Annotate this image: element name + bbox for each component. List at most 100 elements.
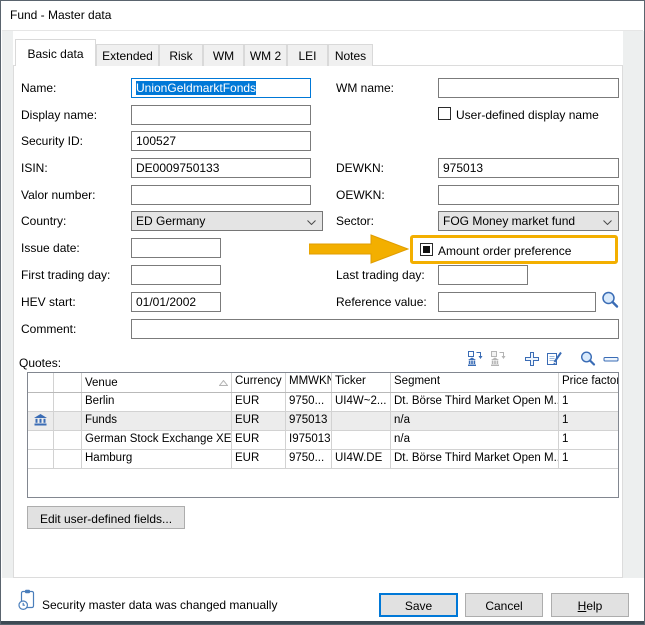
name-field[interactable]: UnionGeldmarktFonds (131, 78, 311, 98)
issue-date-label: Issue date: (21, 241, 80, 255)
cancel-button[interactable]: Cancel (465, 593, 543, 617)
currency-cell: EUR (232, 450, 286, 468)
tab-basic-data[interactable]: Basic data (15, 39, 96, 66)
reference-value-label: Reference value: (336, 295, 427, 309)
header-cell-ticker[interactable]: Ticker (332, 373, 391, 392)
wm-name-field[interactable] (438, 78, 619, 98)
row-spacer-cell (54, 412, 82, 430)
status-message: Security master data was changed manuall… (42, 598, 277, 612)
search-quotation-icon[interactable] (579, 350, 597, 373)
venue-bank-icon (34, 414, 47, 429)
row-spacer-cell (54, 450, 82, 468)
quotes-table: Venue Currency MMWKN Ticker Segment Pric… (27, 372, 619, 498)
isin-label: ISIN: (21, 161, 48, 175)
user-defined-display-name-label: User-defined display name (456, 108, 599, 122)
row-marker-cell (28, 450, 54, 468)
unassign-quotation-icon[interactable] (490, 350, 507, 372)
oewkn-label: OEWKN: (336, 188, 385, 202)
last-trading-day-label: Last trading day: (336, 268, 425, 282)
price-factor-cell: 1 (559, 393, 618, 411)
header-cell-mmwkn[interactable]: MMWKN (286, 373, 332, 392)
sector-label: Sector: (336, 214, 374, 228)
segment-cell: Dt. Börse Third Market Open M... (391, 450, 559, 468)
amount-order-preference-label: Amount order preference (438, 244, 571, 258)
sector-dropdown[interactable]: FOG Money market fund (438, 211, 619, 231)
venue-cell: Berlin (82, 393, 232, 411)
right-gutter (623, 31, 645, 578)
header-cell-venue[interactable]: Venue (82, 373, 232, 392)
header-cell-price-factor[interactable]: Price factor (559, 373, 618, 392)
currency-cell: EUR (232, 412, 286, 430)
sector-value: FOG Money market fund (443, 214, 575, 228)
help-button[interactable]: Help (551, 593, 629, 617)
first-trading-day-field[interactable] (131, 265, 221, 285)
reference-value-field[interactable] (438, 292, 596, 312)
venue-cell: Funds (82, 412, 232, 430)
header-cell-row-marker[interactable] (28, 373, 54, 392)
master-data-changed-icon (17, 589, 37, 616)
security-id-field[interactable]: 100527 (131, 131, 311, 151)
header-cell-spacer[interactable] (54, 373, 82, 392)
venue-cell: Hamburg (82, 450, 232, 468)
remove-quotation-icon[interactable] (603, 351, 619, 372)
price-factor-cell: 1 (559, 412, 618, 430)
amount-order-preference-checkbox[interactable] (420, 243, 433, 256)
tab-extended[interactable]: Extended (96, 44, 159, 66)
comment-field[interactable] (131, 319, 619, 339)
table-row[interactable]: German Stock Exchange XE... EUR I975013 … (28, 431, 618, 450)
header-cell-segment[interactable]: Segment (391, 373, 559, 392)
security-id-label: Security ID: (21, 134, 83, 148)
first-trading-day-label: First trading day: (21, 268, 110, 282)
valor-number-label: Valor number: (21, 188, 95, 202)
last-trading-day-field[interactable] (438, 265, 528, 285)
row-marker-cell (28, 393, 54, 411)
reference-value-search-icon[interactable] (600, 290, 621, 316)
user-defined-display-name-checkbox[interactable] (438, 107, 451, 120)
header-cell-currency[interactable]: Currency (232, 373, 286, 392)
table-row[interactable]: Funds EUR 975013 n/a 1 (28, 412, 618, 431)
tab-notes[interactable]: Notes (328, 44, 373, 66)
name-label: Name: (21, 81, 56, 95)
segment-cell: n/a (391, 431, 559, 449)
venue-header-label: Venue (85, 377, 118, 389)
fund-master-data-dialog: Fund - Master data Basic data Extended R… (0, 0, 645, 625)
venue-cell: German Stock Exchange XE... (82, 431, 232, 449)
country-dropdown[interactable]: ED Germany (131, 211, 323, 231)
highlight-arrow-icon (309, 234, 409, 269)
display-name-label: Display name: (21, 108, 97, 122)
quotes-toolbar (461, 352, 619, 370)
hev-start-label: HEV start: (21, 295, 76, 309)
hev-start-field[interactable]: 01/01/2002 (131, 292, 221, 312)
row-spacer-cell (54, 393, 82, 411)
isin-field[interactable]: DE0009750133 (131, 158, 311, 178)
ticker-cell: UI4W~2... (332, 393, 391, 411)
edit-user-defined-fields-button[interactable]: Edit user-defined fields... (27, 506, 185, 529)
table-row[interactable]: Berlin EUR 9750... UI4W~2... Dt. Börse T… (28, 393, 618, 412)
add-quotation-icon[interactable] (524, 351, 540, 372)
ticker-cell: UI4W.DE (332, 450, 391, 468)
oewkn-field[interactable] (438, 185, 619, 205)
dewkn-field[interactable]: 975013 (438, 158, 619, 178)
edit-quotation-icon[interactable] (546, 350, 563, 372)
title-separator (2, 30, 643, 31)
country-label: Country: (21, 214, 66, 228)
mmwkn-cell: 975013 (286, 412, 332, 430)
display-name-field[interactable] (131, 105, 311, 125)
row-spacer-cell (54, 431, 82, 449)
tab-risk[interactable]: Risk (159, 44, 203, 66)
left-gutter (2, 31, 13, 578)
tab-lei[interactable]: LEI (287, 44, 328, 66)
price-factor-cell: 1 (559, 431, 618, 449)
help-label-rest: elp (586, 599, 602, 613)
price-factor-cell: 1 (559, 450, 618, 468)
tab-wm[interactable]: WM (203, 44, 244, 66)
tab-wm2[interactable]: WM 2 (244, 44, 287, 66)
valor-number-field[interactable] (131, 185, 311, 205)
mmwkn-cell: 9750... (286, 393, 332, 411)
save-button[interactable]: Save (379, 593, 458, 617)
assign-quotation-icon[interactable] (467, 350, 484, 372)
row-marker-cell (28, 412, 54, 430)
quotes-header-row: Venue Currency MMWKN Ticker Segment Pric… (28, 373, 618, 393)
issue-date-field[interactable] (131, 238, 221, 258)
table-row[interactable]: Hamburg EUR 9750... UI4W.DE Dt. Börse Th… (28, 450, 618, 469)
